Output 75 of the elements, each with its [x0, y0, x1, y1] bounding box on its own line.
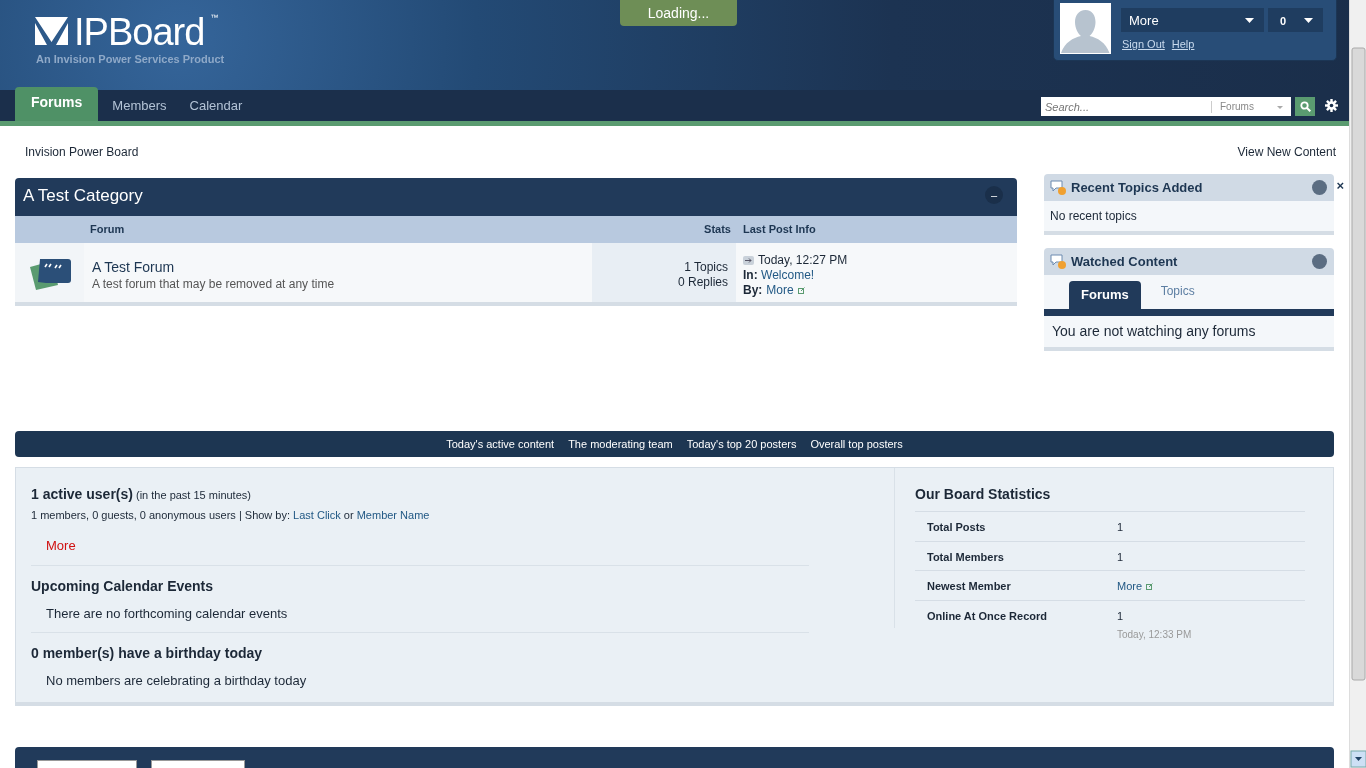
- search-icon: [1299, 101, 1311, 112]
- stat-value: 1: [1117, 549, 1124, 565]
- sidebar-message: No recent topics: [1050, 209, 1137, 223]
- category-title: A Test Category: [23, 186, 143, 205]
- speech-bubble-icon: [1050, 179, 1067, 196]
- avatar: [1060, 3, 1111, 54]
- logo-text: IPBoard: [74, 12, 205, 52]
- trademark-symbol: ™: [210, 12, 219, 24]
- user-link[interactable]: Sign Out: [1122, 36, 1165, 53]
- reply-count: 0 Replies: [676, 275, 728, 290]
- stat-label: Newest Member: [927, 579, 1012, 594]
- collapse-button[interactable]: [1312, 254, 1327, 269]
- stat-label: Total Posts: [927, 520, 987, 535]
- column-header: Forum: [90, 222, 126, 238]
- search-field[interactable]: Search... Forums: [1041, 97, 1291, 116]
- topic-count: 1 Topics: [683, 260, 728, 275]
- collapse-button[interactable]: –: [985, 186, 1003, 204]
- caret-icon: [1277, 105, 1283, 109]
- external-link-icon: [797, 287, 805, 294]
- section-title: Upcoming Calendar Events: [31, 577, 215, 596]
- stat-value: 1: [1117, 520, 1124, 535]
- user-link[interactable]: Help: [1171, 36, 1195, 53]
- user-summary: 1 members, 0 guests, 0 anonymous users | Show by: Last Click or Member Name: [31, 508, 431, 523]
- stat-date: Today, 12:33 PM: [1117, 628, 1192, 642]
- quick-link[interactable]: The moderating team: [568, 435, 673, 453]
- sort-link[interactable]: Member Name: [356, 509, 430, 521]
- column-header: Last Post Info: [743, 222, 816, 238]
- quick-link[interactable]: Today's top 20 posters: [686, 435, 797, 453]
- section-title: Our Board Statistics: [915, 485, 1052, 504]
- topic-link[interactable]: Welcome!: [761, 268, 815, 282]
- settings-icon[interactable]: [1325, 99, 1338, 112]
- sidebar-message: You are not watching any forums: [1052, 323, 1256, 339]
- forum-title-link[interactable]: A Test Forum: [92, 259, 584, 275]
- period-note: (in the past 15 minutes): [135, 489, 251, 501]
- external-link-icon: [1146, 582, 1154, 590]
- loading-indicator: Loading...: [620, 0, 737, 26]
- logo-tagline: An Invision Power Services Product: [36, 52, 225, 67]
- nav-tab[interactable]: Members: [101, 90, 178, 121]
- online-user-link[interactable]: More: [46, 535, 76, 555]
- sidebar-block-title: Recent Topics Added: [1071, 178, 1203, 197]
- forum-description: A test forum that may be removed at any time: [92, 276, 336, 293]
- sidebar-tab[interactable]: Topics: [1148, 277, 1207, 305]
- user-link[interactable]: More: [766, 283, 794, 298]
- last-post-time: Today, 12:27 PM: [758, 253, 848, 268]
- member-link[interactable]: More: [1117, 578, 1143, 595]
- section-title: 1 active user(s): [31, 486, 133, 502]
- collapse-button[interactable]: [1312, 180, 1327, 195]
- speech-bubble-icon: [1050, 253, 1067, 270]
- section-message: No members are celebrating a birthday today: [46, 671, 308, 690]
- notifications-menu[interactable]: 0: [1268, 8, 1323, 32]
- stat-label: Total Members: [927, 549, 1005, 565]
- sidebar-tab[interactable]: Forums: [1069, 281, 1141, 309]
- caret-icon: [1245, 18, 1254, 23]
- nav-tab[interactable]: Calendar: [178, 90, 254, 121]
- by-label: By:: [743, 283, 763, 298]
- quick-link[interactable]: Overall top posters: [810, 435, 903, 453]
- caret-icon: [1304, 18, 1313, 23]
- arrow-icon[interactable]: [743, 256, 754, 265]
- sidebar-block-title: Watched Content: [1071, 252, 1178, 271]
- breadcrumb[interactable]: Invision Power Board: [25, 143, 139, 161]
- search-button[interactable]: [1295, 97, 1315, 116]
- nav-tab[interactable]: Forums: [15, 87, 99, 121]
- view-new-content-link[interactable]: View New Content: [1237, 143, 1336, 161]
- stat-value: 1: [1117, 608, 1125, 624]
- quick-link[interactable]: Today's active content: [446, 435, 555, 453]
- scrollbar[interactable]: [1349, 0, 1366, 768]
- in-label: In:: [743, 268, 758, 282]
- section-message: There are no forthcoming calendar events: [46, 605, 289, 623]
- sort-link[interactable]: Last Click: [293, 509, 341, 521]
- stat-label: Online At Once Record: [927, 608, 1048, 624]
- search-scope-select[interactable]: Forums: [1211, 100, 1289, 113]
- section-title: 0 member(s) have a birthday today: [31, 643, 264, 663]
- close-button[interactable]: ×: [1336, 176, 1344, 196]
- user-menu[interactable]: More: [1121, 8, 1264, 32]
- column-header: Stats: [703, 222, 731, 238]
